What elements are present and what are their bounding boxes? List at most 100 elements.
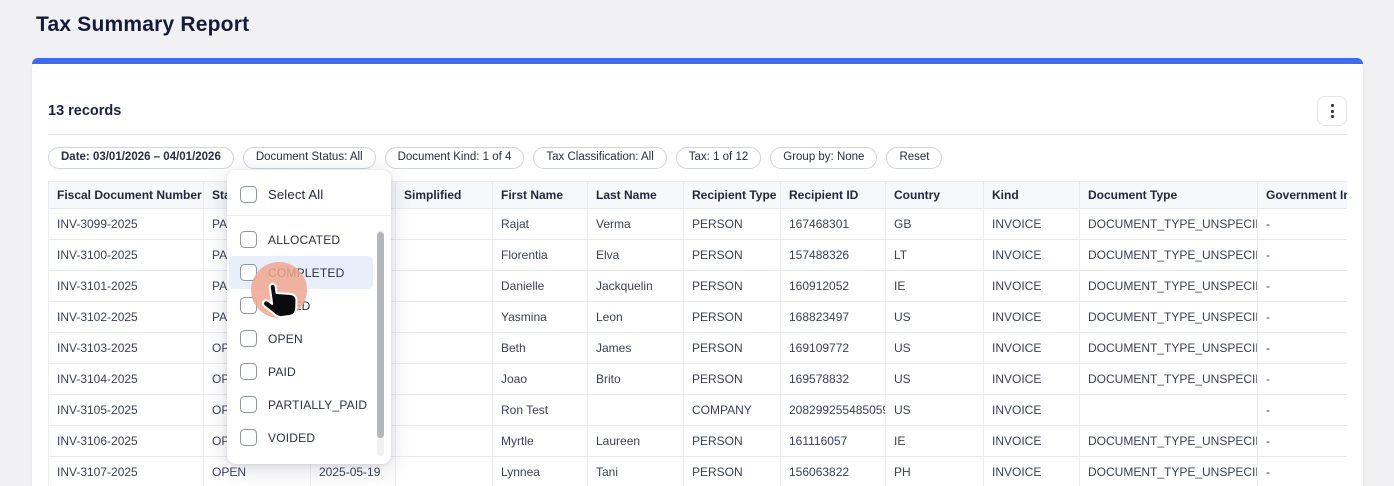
- cell-fdn: INV-3105-2025: [49, 395, 204, 426]
- cell-document_type: DOCUMENT_TYPE_UNSPECIFIED: [1080, 457, 1258, 486]
- column-header-first_name: First Name: [493, 182, 588, 209]
- cell-simplified: [396, 271, 493, 302]
- cell-kind: INVOICE: [984, 457, 1080, 486]
- checkbox-icon[interactable]: [240, 363, 257, 380]
- dropdown-option-open[interactable]: OPEN: [227, 322, 373, 355]
- dropdown-scrollbar-thumb[interactable]: [377, 232, 384, 438]
- cell-country: US: [886, 333, 984, 364]
- cell-last_name: Verma: [588, 209, 684, 240]
- cell-recipient_type: PERSON: [684, 457, 781, 486]
- cell-first_name: Rajat: [493, 209, 588, 240]
- cell-document_type: [1080, 395, 1258, 426]
- checkbox-icon[interactable]: [240, 186, 257, 203]
- cell-recipient_type: PERSON: [684, 209, 781, 240]
- cell-last_name: Brito: [588, 364, 684, 395]
- cell-last_name: Tani: [588, 457, 684, 486]
- checkbox-icon[interactable]: [240, 396, 257, 413]
- filter-chip-tax[interactable]: Tax: 1 of 12: [676, 147, 761, 169]
- cell-kind: INVOICE: [984, 302, 1080, 333]
- filter-chip-document-status[interactable]: Document Status: All: [243, 147, 376, 169]
- cell-first_name: Lynnea: [493, 457, 588, 486]
- cell-recipient_type: PERSON: [684, 271, 781, 302]
- cell-recipient_id: 167468301: [781, 209, 886, 240]
- more-options-button[interactable]: [1317, 96, 1347, 126]
- cell-recipient_id: 161116057: [781, 426, 886, 457]
- cell-fdn: INV-3100-2025: [49, 240, 204, 271]
- dropdown-option-label: VOIDED: [268, 431, 315, 445]
- cell-first_name: Florentia: [493, 240, 588, 271]
- cell-country: LT: [886, 240, 984, 271]
- select-all-label: Select All: [268, 187, 323, 202]
- column-header-simplified: Simplified: [396, 182, 493, 209]
- dropdown-option-allocated[interactable]: ALLOCATED: [227, 223, 373, 256]
- filter-chip-document-kind[interactable]: Document Kind: 1 of 4: [385, 147, 525, 169]
- cell-country: US: [886, 302, 984, 333]
- cell-last_name: [588, 395, 684, 426]
- cell-government_in: -: [1258, 209, 1348, 240]
- filter-chip-date[interactable]: Date: 03/01/2026 – 04/01/2026: [48, 147, 234, 169]
- cell-government_in: -: [1258, 457, 1348, 486]
- cell-fdn: INV-3103-2025: [49, 333, 204, 364]
- cell-kind: INVOICE: [984, 395, 1080, 426]
- checkbox-icon[interactable]: [240, 429, 257, 446]
- cell-fdn: INV-3106-2025: [49, 426, 204, 457]
- cell-recipient_type: PERSON: [684, 333, 781, 364]
- dropdown-option-voided[interactable]: VOIDED: [227, 421, 373, 454]
- cell-recipient_id: 168823497: [781, 302, 886, 333]
- cell-recipient_type: PERSON: [684, 240, 781, 271]
- filter-chips-row: Date: 03/01/2026 – 04/01/2026 Document St…: [48, 147, 942, 169]
- cell-recipient_id: 169578832: [781, 364, 886, 395]
- dropdown-option-label: PARTIALLY_PAID: [268, 398, 367, 412]
- cell-country: US: [886, 364, 984, 395]
- cell-simplified: [396, 426, 493, 457]
- reset-button[interactable]: Reset: [886, 147, 942, 169]
- cell-recipient_id: 169109772: [781, 333, 886, 364]
- cell-kind: INVOICE: [984, 209, 1080, 240]
- filter-chip-group-by[interactable]: Group by: None: [770, 147, 877, 169]
- checkbox-icon[interactable]: [240, 231, 257, 248]
- cell-kind: INVOICE: [984, 271, 1080, 302]
- cell-country: US: [886, 395, 984, 426]
- column-header-government_in: Government Inv: [1258, 182, 1348, 209]
- select-all-option[interactable]: Select All: [227, 170, 391, 215]
- dropdown-option-paid[interactable]: PAID: [227, 355, 373, 388]
- cell-fdn: INV-3099-2025: [49, 209, 204, 240]
- column-header-last_name: Last Name: [588, 182, 684, 209]
- dropdown-option-label: PAID: [268, 365, 296, 379]
- column-header-recipient_id: Recipient ID: [781, 182, 886, 209]
- cell-country: IE: [886, 271, 984, 302]
- column-header-kind: Kind: [984, 182, 1080, 209]
- dropdown-option-label: OPEN: [268, 332, 303, 346]
- cell-kind: INVOICE: [984, 364, 1080, 395]
- cell-simplified: [396, 209, 493, 240]
- cell-first_name: Myrtle: [493, 426, 588, 457]
- column-header-fdn: Fiscal Document Number: [49, 182, 204, 209]
- cell-last_name: Leon: [588, 302, 684, 333]
- column-header-document_type: Document Type: [1080, 182, 1258, 209]
- cell-first_name: Danielle: [493, 271, 588, 302]
- accent-bar: [32, 58, 1363, 64]
- dropdown-options-list: ALLOCATEDCOMPLETEDFAILEDOPENPAIDPARTIALL…: [227, 216, 391, 454]
- cell-recipient_id: 156063822: [781, 457, 886, 486]
- document-status-dropdown: Select All ALLOCATEDCOMPLETEDFAILEDOPENP…: [227, 170, 391, 464]
- divider: [48, 134, 1347, 135]
- filter-chip-tax-classification[interactable]: Tax Classification: All: [533, 147, 666, 169]
- kebab-icon: [1331, 104, 1334, 118]
- cell-last_name: James: [588, 333, 684, 364]
- dropdown-option-partially_paid[interactable]: PARTIALLY_PAID: [227, 388, 373, 421]
- checkbox-icon[interactable]: [240, 330, 257, 347]
- cell-document_type: DOCUMENT_TYPE_UNSPECIFIED: [1080, 209, 1258, 240]
- cell-recipient_id: 157488326: [781, 240, 886, 271]
- cell-fdn: INV-3104-2025: [49, 364, 204, 395]
- dropdown-option-label: ALLOCATED: [268, 233, 340, 247]
- cell-government_in: -: [1258, 333, 1348, 364]
- cell-kind: INVOICE: [984, 426, 1080, 457]
- cell-recipient_id: 160912052: [781, 271, 886, 302]
- cell-last_name: Elva: [588, 240, 684, 271]
- cell-document_type: DOCUMENT_TYPE_UNSPECIFIED: [1080, 333, 1258, 364]
- cell-fdn: INV-3101-2025: [49, 271, 204, 302]
- hand-pointer-icon: [253, 277, 303, 327]
- cell-recipient_type: COMPANY: [684, 395, 781, 426]
- records-count-label: 13 records: [48, 103, 121, 119]
- cell-government_in: -: [1258, 364, 1348, 395]
